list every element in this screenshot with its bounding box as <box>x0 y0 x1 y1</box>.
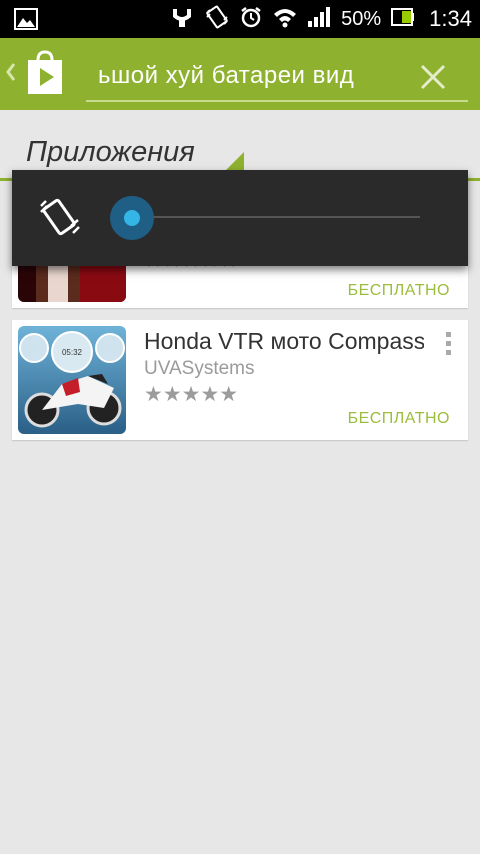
app-title[interactable]: Honda VTR мото Compass <box>144 328 424 355</box>
thumb-clock-text: 05:32 <box>62 348 83 357</box>
rating-stars: ★★★★★ <box>144 383 239 406</box>
list-item[interactable]: 05:32 Honda VTR мото Compass UVASystems … <box>12 320 468 440</box>
vibrate-icon[interactable] <box>38 196 82 245</box>
search-input[interactable]: ьшой хуй батареи вид <box>98 62 354 90</box>
price-label: БЕСПЛАТНО <box>347 282 450 299</box>
alarm-icon <box>239 5 263 34</box>
app-thumbnail: 05:32 <box>18 326 126 434</box>
battery-percent: 50% <box>341 7 382 30</box>
vibrate-icon <box>205 5 229 34</box>
volume-slider-thumb[interactable] <box>110 196 154 240</box>
status-bar: 50% 1:34 <box>0 0 480 38</box>
battery-icon <box>391 7 415 32</box>
back-chevron-icon[interactable] <box>4 60 18 89</box>
section-title[interactable]: Приложения <box>26 136 195 169</box>
slider-thumb-dot <box>124 210 140 226</box>
app-developer: UVASystems <box>144 358 255 379</box>
close-icon[interactable] <box>418 62 448 92</box>
signal-icon <box>307 6 331 33</box>
volume-overlay <box>12 170 468 266</box>
gallery-icon <box>14 8 38 35</box>
search-field[interactable]: ьшой хуй батареи вид <box>86 54 468 102</box>
volume-slider-track[interactable] <box>132 216 420 218</box>
clock: 1:34 <box>429 6 472 31</box>
action-bar: ьшой хуй батареи вид <box>0 38 480 110</box>
overflow-menu-icon[interactable] <box>446 332 454 359</box>
play-store-icon[interactable] <box>26 50 64 101</box>
usb-debug-icon <box>169 5 195 34</box>
wifi-icon <box>273 6 297 33</box>
price-label: БЕСПЛАТНО <box>347 410 450 427</box>
